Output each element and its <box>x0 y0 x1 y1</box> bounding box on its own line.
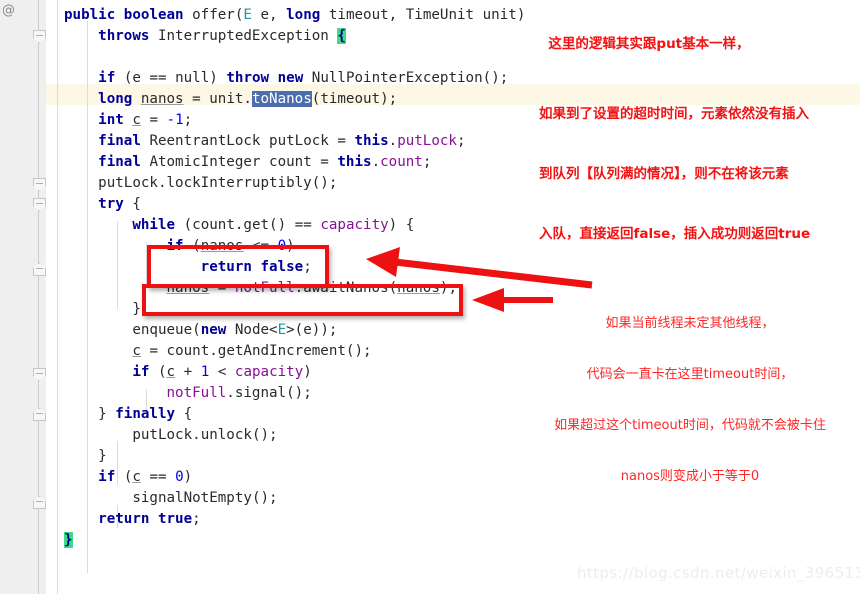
annotation-bottom-right: 如果当前线程未定其他线程， 代码会一直卡在这里timeout时间， 如果超过这个… <box>520 281 860 502</box>
annotation-top-right-body: 如果到了设置的超时时间，元素依然没有插入 到队列【队列满的情况】，则不在将该元素… <box>539 64 810 264</box>
watermark: https://blog.csdn.net/weixin_39651356 <box>577 564 860 582</box>
annotation-top-line3: 到队列【队列满的情况】，则不在将该元素 <box>539 166 789 182</box>
annotation-bottom-line3: 如果超过这个timeout时间，代码就不会被卡住 <box>554 418 826 433</box>
annotation-top-line2: 如果到了设置的超时时间，元素依然没有插入 <box>539 106 809 122</box>
annotation-bottom-line2: 代码会一直卡在这里timeout时间， <box>586 367 794 382</box>
annotation-top-line1: 这里的逻辑其实跟put基本一样， <box>548 36 750 52</box>
annotation-top-line4: 入队，直接返回false，插入成功则返回true <box>539 226 811 242</box>
annotation-bottom-line4: nanos则变成小于等于0 <box>620 469 760 484</box>
annotation-bottom-line1: 如果当前线程未定其他线程， <box>605 316 775 331</box>
annotation-top-right: 这里的逻辑其实跟put基本一样， <box>539 14 750 54</box>
